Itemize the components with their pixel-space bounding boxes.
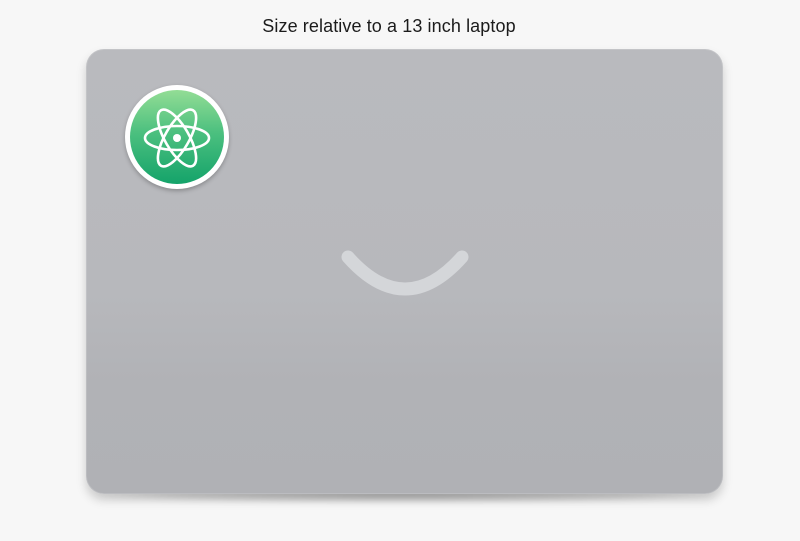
size-caption: Size relative to a 13 inch laptop xyxy=(262,16,516,36)
laptop-lid xyxy=(86,49,723,494)
smile-logo-icon xyxy=(341,250,469,296)
atom-icon xyxy=(143,108,211,168)
sticker-preview: Size relative to a 13 inch laptop xyxy=(0,0,800,541)
sticker-face xyxy=(130,90,224,184)
atom-sticker[interactable] xyxy=(125,85,229,189)
